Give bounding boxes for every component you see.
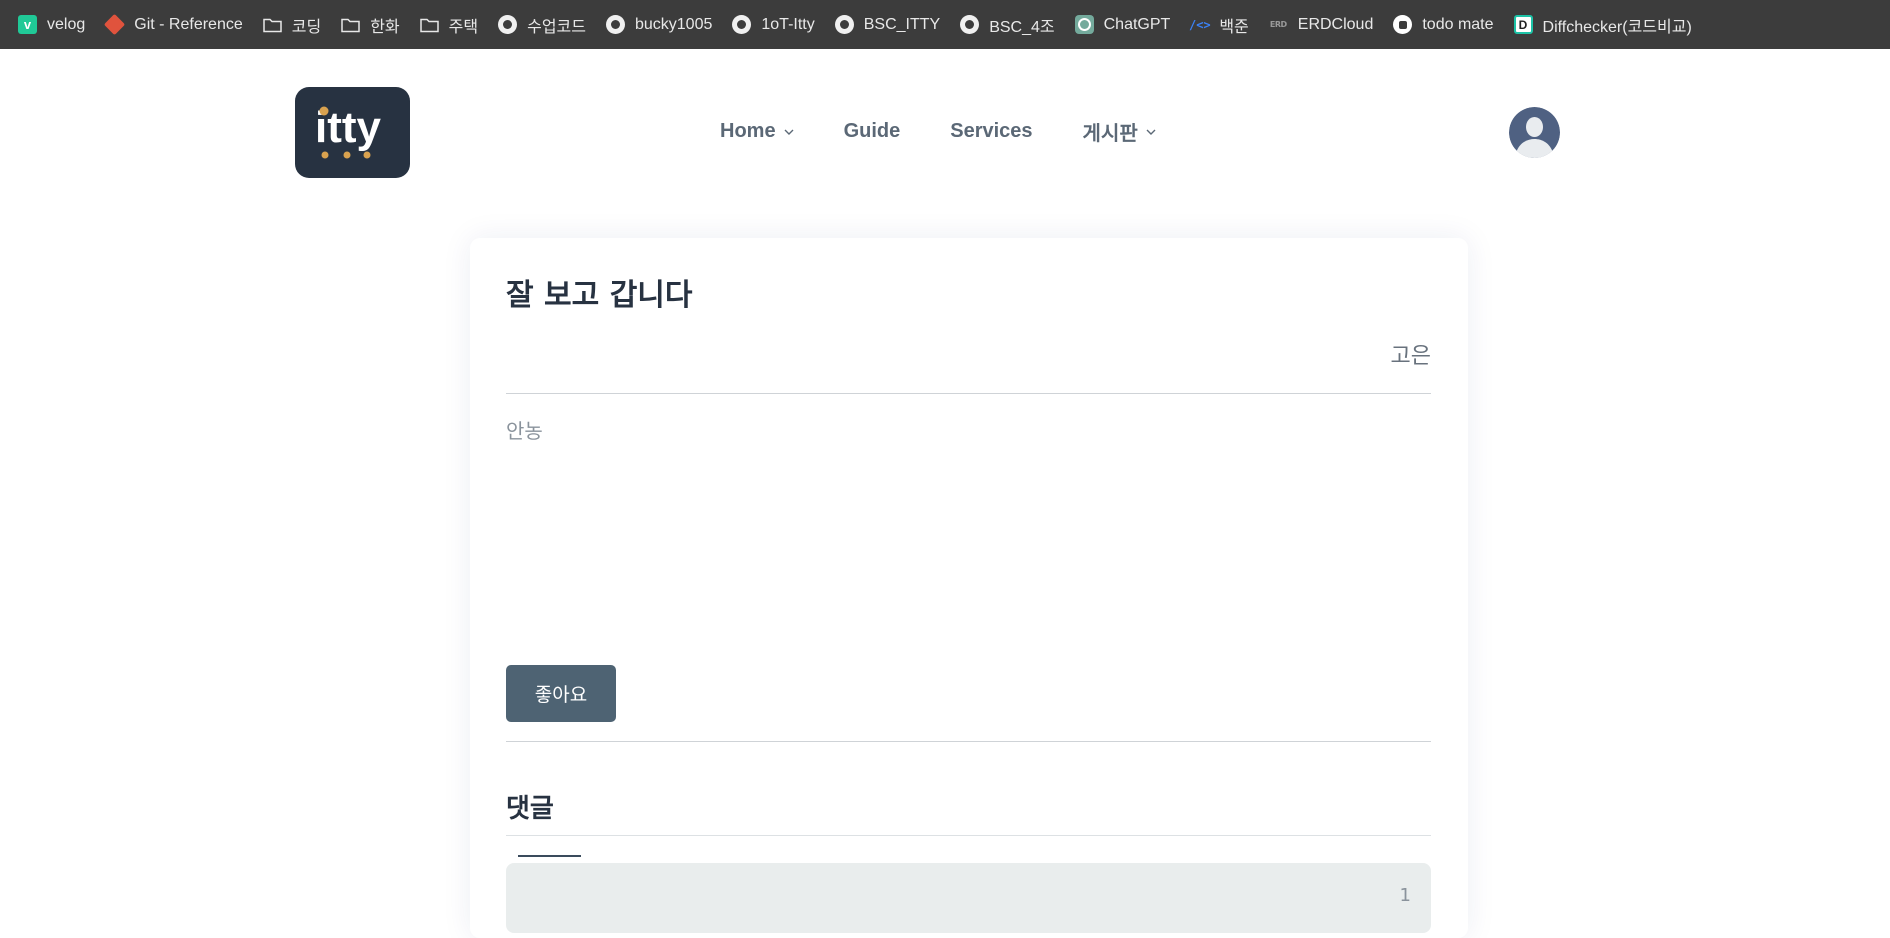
bookmark-label: 백준	[1219, 18, 1249, 36]
bookmark-velog[interactable]: v velog	[8, 0, 95, 49]
bookmark-git-reference[interactable]: Git - Reference	[95, 0, 252, 49]
github-icon	[732, 15, 752, 34]
chatgpt-icon	[1074, 15, 1094, 34]
chevron-down-icon	[1146, 129, 1156, 135]
bookmark-label: 한화	[370, 18, 400, 36]
bookmark-baekjoon[interactable]: /<> 백준	[1180, 0, 1258, 49]
todo-icon	[1393, 15, 1413, 34]
bookmark-label: 코딩	[291, 18, 322, 36]
code-icon: /<>	[1188, 17, 1211, 32]
bookmark-class-code[interactable]: 수업코드	[488, 0, 596, 49]
diffchecker-icon: D	[1513, 15, 1533, 34]
post-body: 안농	[506, 419, 543, 443]
bookmark-label: bucky1005	[634, 15, 713, 33]
bookmark-folder-coding[interactable]: 코딩	[253, 0, 331, 49]
comment-number: 1	[1399, 885, 1411, 906]
bookmark-label: ERDCloud	[1297, 15, 1374, 33]
comments-tab-indicator	[518, 855, 581, 857]
bookmark-label: 수업코드	[527, 18, 586, 36]
github-icon	[605, 15, 625, 34]
bookmark-bucky1005[interactable]: bucky1005	[596, 0, 722, 49]
nav-board[interactable]: 게시판	[1083, 117, 1156, 146]
user-avatar[interactable]	[1509, 107, 1560, 158]
bookmark-label: 1oT-Itty	[761, 15, 815, 33]
bookmark-bsc-4jo[interactable]: BSC_4조	[950, 0, 1064, 49]
bookmark-chatgpt[interactable]: ChatGPT	[1065, 0, 1181, 49]
nav-guide[interactable]: Guide	[844, 120, 901, 143]
bookmark-label: BSC_4조	[989, 18, 1055, 36]
bookmark-label: ChatGPT	[1103, 15, 1171, 33]
folder-icon	[341, 15, 360, 34]
bookmarks-bar: v velog Git - Reference 코딩 한화 주택 수업코드 bu…	[0, 0, 1890, 49]
folder-icon	[419, 15, 439, 34]
like-button[interactable]: 좋아요	[506, 665, 616, 722]
nav-home[interactable]: Home	[720, 120, 794, 143]
nav-home-label: Home	[720, 120, 776, 142]
bookmark-erdcloud[interactable]: ERD ERDCloud	[1259, 0, 1384, 49]
nav-services-label: Services	[950, 120, 1033, 142]
bookmark-bsc-itty[interactable]: BSC_ITTY	[825, 0, 950, 49]
itty-logo-icon: itty	[315, 103, 381, 158]
bookmark-label: Git - Reference	[134, 15, 243, 33]
bookmark-label: velog	[47, 15, 86, 33]
body-divider	[506, 741, 1431, 742]
github-icon	[960, 15, 980, 34]
git-icon	[104, 13, 126, 36]
bookmark-diffchecker[interactable]: D Diffchecker(코드비교)	[1504, 0, 1702, 49]
title-divider	[506, 393, 1431, 394]
nav-services[interactable]: Services	[950, 120, 1032, 143]
bookmark-folder-hanwha[interactable]: 한화	[331, 0, 409, 49]
erdcloud-icon: ERD	[1269, 20, 1287, 29]
comments-divider	[506, 835, 1431, 836]
post-title: 잘 보고 갑니다	[506, 278, 693, 313]
site-logo[interactable]: itty	[295, 87, 410, 178]
bookmark-folder-housing[interactable]: 주택	[410, 0, 488, 49]
bookmark-label: 주택	[448, 18, 479, 36]
main-nav: Home Guide Services 게시판	[720, 117, 1206, 146]
bookmark-label: BSC_ITTY	[863, 15, 941, 33]
bookmark-todo-mate[interactable]: todo mate	[1383, 0, 1503, 49]
profile-icon	[1509, 107, 1560, 158]
folder-icon	[262, 15, 282, 34]
comment-item: 1	[506, 863, 1431, 933]
github-icon	[498, 15, 518, 34]
velog-icon: v	[18, 15, 37, 34]
nav-guide-label: Guide	[843, 120, 901, 142]
bookmark-label: todo mate	[1422, 15, 1494, 33]
nav-board-label: 게시판	[1082, 123, 1138, 145]
post-author: 고은	[1390, 344, 1431, 369]
bookmark-label: Diffchecker(코드비교)	[1542, 18, 1692, 36]
post-card	[470, 238, 1468, 938]
comments-title: 댓글	[506, 794, 554, 824]
github-icon	[834, 15, 854, 34]
chevron-down-icon	[784, 129, 794, 135]
bookmark-iot-itty[interactable]: 1oT-Itty	[722, 0, 824, 49]
